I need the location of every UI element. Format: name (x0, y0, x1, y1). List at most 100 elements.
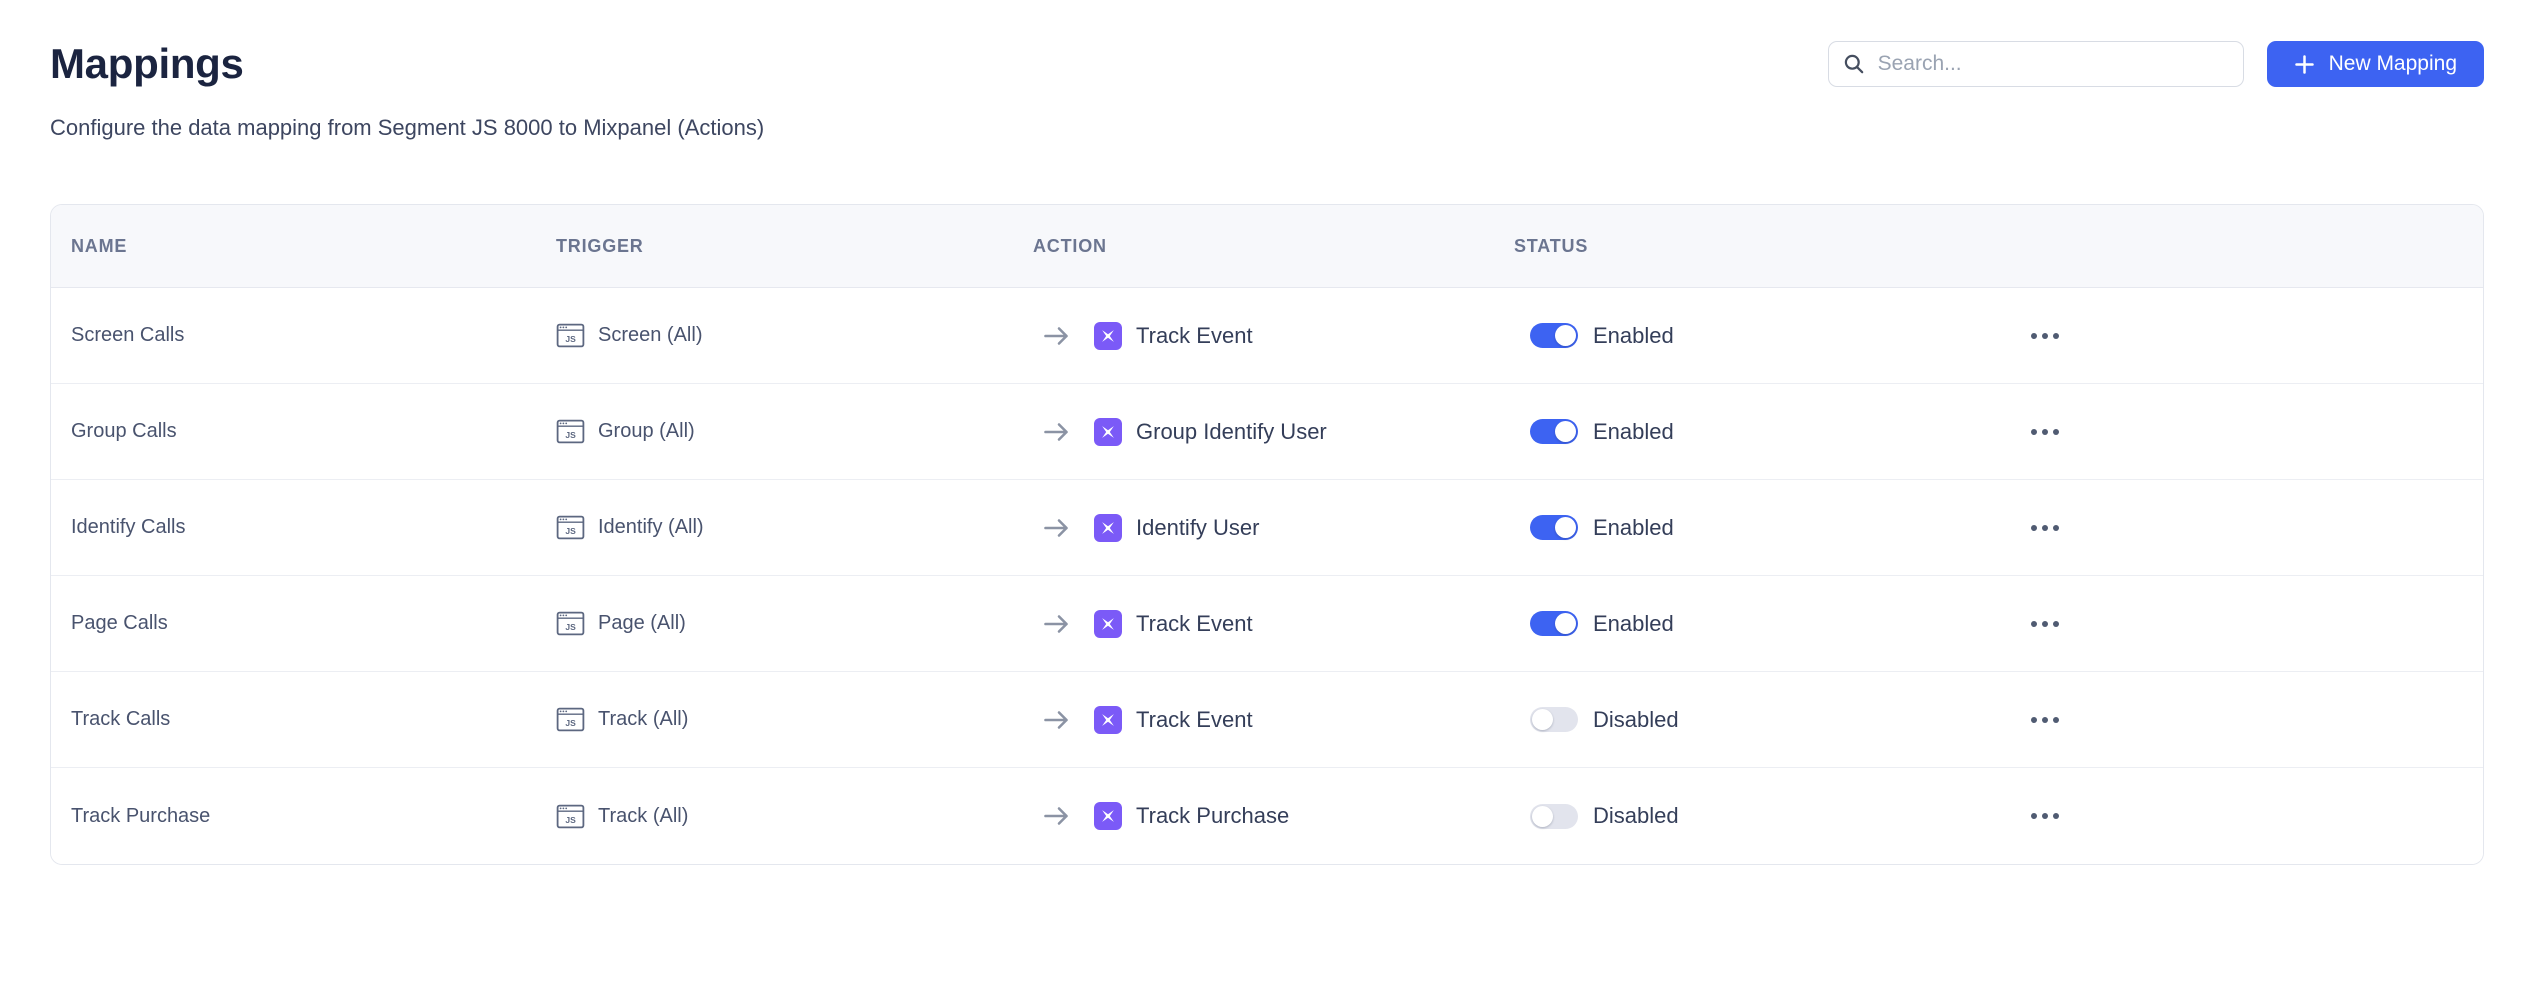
mixpanel-icon (1094, 706, 1122, 734)
mappings-table: NAME TRIGGER ACTION STATUS Screen Calls … (50, 204, 2484, 865)
svg-text:JS: JS (565, 814, 576, 824)
status-cell: Disabled (1514, 707, 1997, 733)
mapping-name: Page Calls (71, 612, 168, 635)
action-label: Track Event (1136, 611, 1253, 637)
trigger-label: Group (All) (598, 420, 695, 443)
status-toggle[interactable] (1530, 707, 1578, 732)
toggle-knob (1532, 709, 1553, 730)
action-cell: Track Event (1033, 706, 1514, 734)
status-toggle[interactable] (1530, 419, 1578, 444)
mixpanel-icon (1094, 322, 1122, 350)
row-menu-button[interactable] (2021, 700, 2069, 740)
menu-cell (1997, 508, 2483, 548)
trigger-label: Track (All) (598, 708, 688, 731)
svg-text:JS: JS (565, 334, 576, 344)
status-cell: Enabled (1514, 515, 1997, 541)
search-input[interactable] (1878, 52, 2229, 76)
action-label: Track Event (1136, 323, 1253, 349)
toggle-knob (1555, 421, 1576, 442)
trigger-cell: JS Group (All) (556, 417, 1033, 446)
row-menu-button[interactable] (2021, 316, 2069, 356)
toggle-knob (1555, 325, 1576, 346)
mapping-name: Identify Calls (71, 516, 186, 539)
status-toggle[interactable] (1530, 515, 1578, 540)
status-label: Disabled (1593, 707, 1679, 733)
table-row: Group Calls JS Group (All) (51, 384, 2483, 480)
menu-cell (1997, 604, 2483, 644)
menu-cell (1997, 796, 2483, 836)
mapping-name: Group Calls (71, 420, 177, 443)
trigger-cell: JS Track (All) (556, 802, 1033, 831)
toggle-knob (1532, 806, 1553, 827)
column-header-action: ACTION (1033, 236, 1514, 257)
mixpanel-icon (1094, 418, 1122, 446)
mapping-name-cell: Screen Calls (51, 324, 556, 347)
status-toggle[interactable] (1530, 804, 1578, 829)
trigger-cell: JS Screen (All) (556, 321, 1033, 350)
javascript-source-icon: JS (556, 609, 585, 638)
status-label: Enabled (1593, 515, 1674, 541)
plus-icon (2294, 54, 2315, 75)
arrow-right-icon (1043, 420, 1070, 444)
status-cell: Enabled (1514, 419, 1997, 445)
menu-cell (1997, 700, 2483, 740)
trigger-cell: JS Identify (All) (556, 513, 1033, 542)
row-menu-button[interactable] (2021, 604, 2069, 644)
mapping-name-cell: Track Purchase (51, 805, 556, 828)
javascript-source-icon: JS (556, 417, 585, 446)
new-mapping-label: New Mapping (2329, 52, 2457, 76)
toggle-knob (1555, 517, 1576, 538)
action-label: Identify User (1136, 515, 1260, 541)
javascript-source-icon: JS (556, 321, 585, 350)
status-toggle[interactable] (1530, 323, 1578, 348)
new-mapping-button[interactable]: New Mapping (2267, 41, 2484, 87)
status-label: Disabled (1593, 803, 1679, 829)
mixpanel-icon (1094, 514, 1122, 542)
mapping-name-cell: Track Calls (51, 708, 556, 731)
action-cell: Identify User (1033, 514, 1514, 542)
mapping-name: Screen Calls (71, 324, 184, 347)
page-header: Mappings New Mapping (50, 40, 2484, 88)
row-menu-button[interactable] (2021, 796, 2069, 836)
mapping-name-cell: Identify Calls (51, 516, 556, 539)
table-row: Identify Calls JS Identify (All) (51, 480, 2483, 576)
mapping-name: Track Calls (71, 708, 170, 731)
action-label: Group Identify User (1136, 419, 1327, 445)
mapping-name-cell: Page Calls (51, 612, 556, 635)
arrow-right-icon (1043, 516, 1070, 540)
svg-text:JS: JS (565, 622, 576, 632)
column-header-status: STATUS (1514, 236, 1997, 257)
action-label: Track Purchase (1136, 803, 1289, 829)
table-header: NAME TRIGGER ACTION STATUS (51, 205, 2483, 288)
menu-cell (1997, 412, 2483, 452)
mapping-name-cell: Group Calls (51, 420, 556, 443)
javascript-source-icon: JS (556, 802, 585, 831)
table-row: Track Purchase JS Track (All) (51, 768, 2483, 864)
trigger-label: Track (All) (598, 805, 688, 828)
table-row: Track Calls JS Track (All) (51, 672, 2483, 768)
svg-text:JS: JS (565, 430, 576, 440)
trigger-label: Screen (All) (598, 324, 702, 347)
trigger-cell: JS Page (All) (556, 609, 1033, 638)
javascript-source-icon: JS (556, 513, 585, 542)
mixpanel-icon (1094, 610, 1122, 638)
arrow-right-icon (1043, 804, 1070, 828)
action-cell: Track Event (1033, 322, 1514, 350)
column-header-name: NAME (51, 236, 556, 257)
svg-text:JS: JS (565, 526, 576, 536)
row-menu-button[interactable] (2021, 412, 2069, 452)
trigger-cell: JS Track (All) (556, 705, 1033, 734)
status-cell: Enabled (1514, 323, 1997, 349)
toggle-knob (1555, 613, 1576, 634)
row-menu-button[interactable] (2021, 508, 2069, 548)
javascript-source-icon: JS (556, 705, 585, 734)
arrow-right-icon (1043, 324, 1070, 348)
action-cell: Group Identify User (1033, 418, 1514, 446)
action-cell: Track Purchase (1033, 802, 1514, 830)
mixpanel-icon (1094, 802, 1122, 830)
status-cell: Enabled (1514, 611, 1997, 637)
page-subtitle: Configure the data mapping from Segment … (50, 116, 2484, 140)
status-cell: Disabled (1514, 803, 1997, 829)
status-toggle[interactable] (1530, 611, 1578, 636)
arrow-right-icon (1043, 708, 1070, 732)
